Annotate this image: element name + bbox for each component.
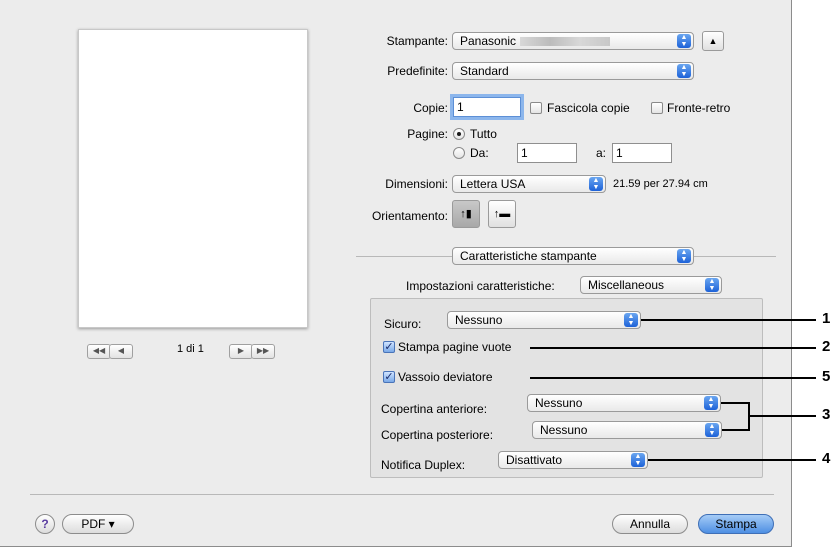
pages-to-label: a: [596, 146, 607, 160]
footer-divider [30, 494, 774, 495]
pages-from-input[interactable]: 1 [517, 143, 577, 163]
page-preview [78, 29, 308, 328]
callout-number-1: 1 [822, 310, 831, 327]
panel-popup[interactable]: Caratteristiche stampante ▲ ▼ [452, 247, 694, 265]
duplex-label: Fronte-retro [667, 101, 731, 115]
panel-value: Caratteristiche stampante [460, 249, 597, 263]
panel-divider-left [356, 256, 452, 257]
presets-popup[interactable]: Standard ▲ ▼ [452, 62, 694, 80]
bypass-tray-checkbox[interactable]: ✓ [383, 371, 395, 383]
callout-number-4: 4 [822, 450, 831, 467]
popup-arrows-icon: ▲ ▼ [624, 313, 638, 327]
duplex-checkbox[interactable] [651, 102, 663, 114]
printer-value: Panasonic [460, 34, 517, 48]
duplex-notify-label: Notifica Duplex: [381, 458, 466, 472]
callout-line-3b [722, 429, 750, 431]
front-cover-value: Nessuno [535, 396, 583, 410]
paper-size-popup[interactable]: Lettera USA ▲ ▼ [452, 175, 606, 193]
callout-line-5 [530, 377, 816, 379]
callout-number-5: 5 [822, 368, 831, 385]
disclosure-triangle-button[interactable]: ▲ [702, 31, 724, 51]
callout-number-2: 2 [822, 338, 831, 355]
print-blank-label: Stampa pagine vuote [398, 340, 512, 354]
feature-sets-label: Impostazioni caratteristiche: [406, 279, 555, 293]
secure-value: Nessuno [455, 313, 503, 327]
cancel-button[interactable]: Annulla [612, 514, 688, 534]
popup-arrows-icon: ▲ ▼ [631, 453, 645, 467]
pages-all-radio[interactable] [453, 128, 465, 140]
secure-label: Sicuro: [384, 317, 422, 331]
callout-line-3 [750, 415, 816, 417]
front-cover-popup[interactable]: Nessuno ▲ ▼ [527, 394, 721, 412]
copies-input[interactable]: 1 [453, 97, 521, 117]
print-blank-checkbox[interactable]: ✓ [383, 341, 395, 353]
callout-line-4 [648, 459, 816, 461]
popup-arrows-icon: ▲ ▼ [705, 278, 719, 292]
popup-arrows-icon: ▲ ▼ [704, 396, 718, 410]
callout-line-1 [641, 319, 816, 321]
orientation-label: Orientamento: [371, 209, 448, 223]
pdf-button[interactable]: PDF ▾ [62, 514, 134, 534]
prev-page-button[interactable]: ◀ [109, 344, 133, 359]
paper-dimensions: 21.59 per 27.94 cm [613, 178, 708, 190]
back-cover-value: Nessuno [540, 423, 588, 437]
print-button[interactable]: Stampa [698, 514, 774, 534]
pages-all-label: Tutto [470, 127, 497, 141]
pages-label: Pagine: [407, 127, 448, 141]
popup-arrows-icon: ▲ ▼ [677, 64, 691, 78]
first-page-button[interactable]: ◀◀ [87, 344, 111, 359]
portrait-orientation-icon[interactable]: ↑▮ [452, 200, 480, 228]
back-cover-popup[interactable]: Nessuno ▲ ▼ [532, 421, 722, 439]
next-page-button[interactable]: ▶ [229, 344, 253, 359]
printer-label: Stampante: [386, 34, 448, 48]
popup-arrows-icon: ▲ ▼ [589, 177, 603, 191]
popup-arrows-icon: ▲ ▼ [677, 34, 691, 48]
printer-popup[interactable]: Panasonic ▲ ▼ [452, 32, 694, 50]
collate-checkbox[interactable] [530, 102, 542, 114]
popup-arrows-icon: ▲ ▼ [705, 423, 719, 437]
back-cover-label: Copertina posteriore: [381, 428, 494, 442]
paper-size-value: Lettera USA [460, 177, 526, 191]
duplex-notify-value: Disattivato [506, 453, 563, 467]
callout-line-3a [721, 402, 749, 404]
collate-label: Fascicola copie [547, 101, 630, 115]
paper-size-label: Dimensioni: [385, 177, 448, 191]
panel-divider-right [694, 256, 776, 257]
page-indicator: 1 di 1 [177, 343, 204, 355]
help-button[interactable]: ? [35, 514, 55, 534]
presets-label: Predefinite: [387, 64, 448, 78]
front-cover-label: Copertina anteriore: [381, 402, 488, 416]
popup-arrows-icon: ▲ ▼ [677, 249, 691, 263]
pages-range-radio[interactable] [453, 147, 465, 159]
landscape-orientation-icon[interactable]: ↑▬ [488, 200, 516, 228]
bypass-tray-label: Vassoio deviatore [398, 370, 493, 384]
pages-from-label: Da: [470, 146, 489, 160]
duplex-notify-popup[interactable]: Disattivato ▲ ▼ [498, 451, 648, 469]
printer-name-redacted [520, 37, 611, 47]
feature-sets-value: Miscellaneous [588, 278, 665, 292]
pages-to-input[interactable]: 1 [612, 143, 672, 163]
feature-sets-popup[interactable]: Miscellaneous ▲ ▼ [580, 276, 722, 294]
last-page-button[interactable]: ▶▶ [251, 344, 275, 359]
copies-label: Copie: [413, 101, 448, 115]
callout-line-2 [530, 347, 816, 349]
presets-value: Standard [460, 64, 509, 78]
callout-number-3: 3 [822, 406, 831, 423]
secure-popup[interactable]: Nessuno ▲ ▼ [447, 311, 641, 329]
